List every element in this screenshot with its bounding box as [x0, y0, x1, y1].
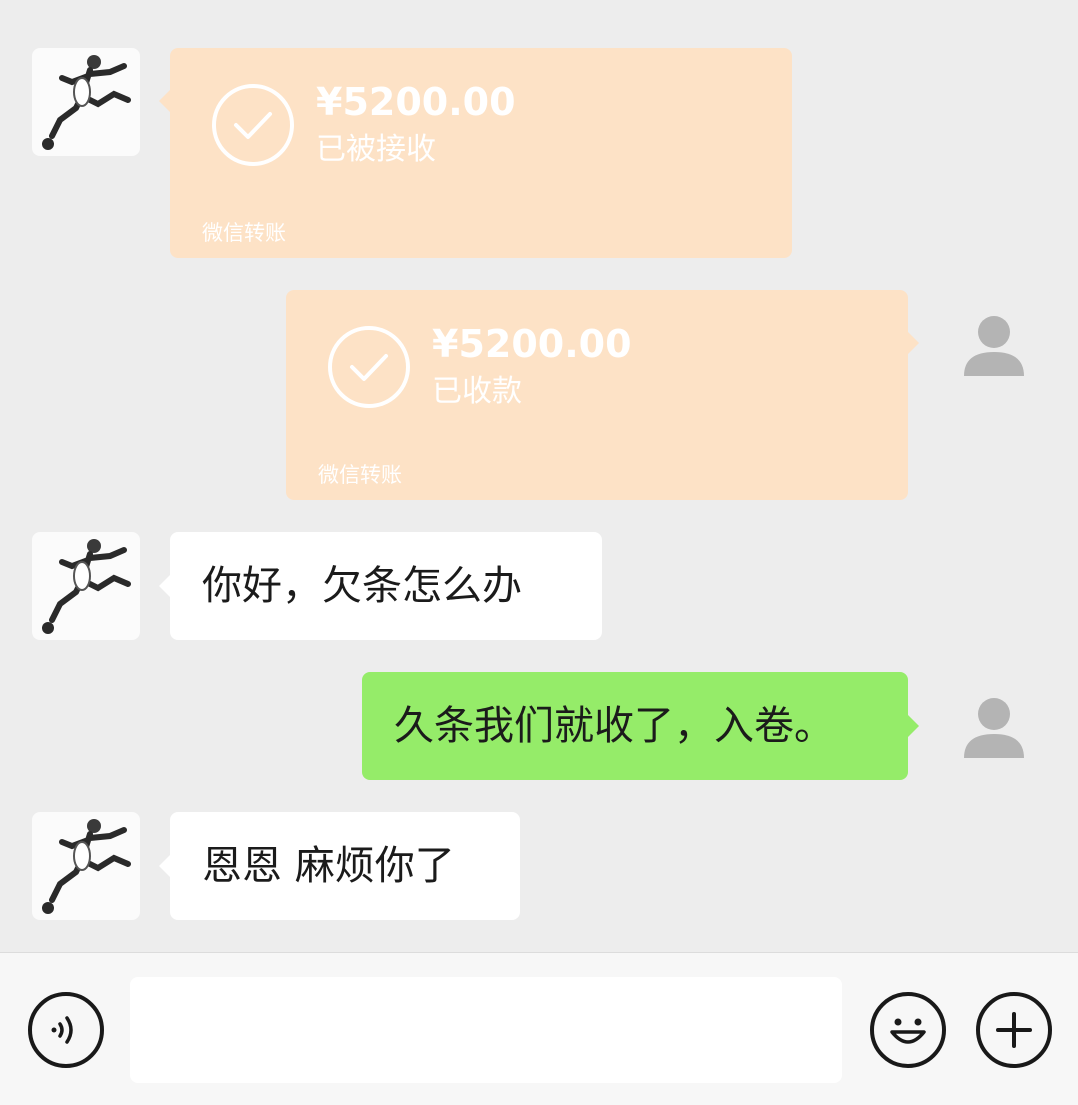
check-circle-icon — [212, 84, 294, 166]
soccer-player-icon — [42, 539, 131, 634]
emoji-icon — [890, 1018, 926, 1044]
text-bubble-received[interactable]: 恩恩 麻烦你了 — [159, 812, 520, 920]
bubble-tail — [908, 332, 919, 354]
my-avatar[interactable] — [944, 672, 1052, 780]
emoji-button[interactable] — [870, 992, 946, 1068]
bubble-tail — [159, 575, 170, 597]
bubble-tail — [159, 90, 170, 112]
check-circle-icon — [328, 326, 410, 408]
voice-button[interactable] — [28, 992, 104, 1068]
message-input[interactable] — [130, 977, 842, 1083]
contact-avatar[interactable] — [32, 532, 140, 640]
plus-button[interactable] — [976, 992, 1052, 1068]
transfer-amount: ¥5200.00 — [432, 322, 632, 366]
message-text: 久条我们就收了，入卷。 — [394, 703, 834, 749]
transfer-status: 已被接收 — [316, 132, 436, 167]
chat-area: ¥5200.00 已被接收 微信转账 ¥5200.00 已收款 微信转账 你好，… — [0, 0, 1078, 952]
contact-avatar[interactable] — [32, 812, 140, 920]
plus-icon — [996, 1012, 1032, 1048]
bubble-tail — [159, 855, 170, 877]
default-avatar-icon — [964, 698, 1024, 758]
transfer-amount: ¥5200.00 — [316, 80, 516, 124]
voice-icon — [51, 1016, 73, 1044]
transfer-label: 微信转账 — [318, 463, 402, 487]
transfer-label: 微信转账 — [202, 221, 286, 245]
soccer-player-icon — [42, 819, 131, 914]
transfer-bubble-received[interactable]: ¥5200.00 已被接收 微信转账 — [159, 48, 792, 258]
transfer-bubble-sent[interactable]: ¥5200.00 已收款 微信转账 — [286, 290, 919, 500]
contact-avatar[interactable] — [32, 48, 140, 156]
transfer-status: 已收款 — [432, 374, 522, 409]
text-bubble-sent[interactable]: 久条我们就收了，入卷。 — [362, 672, 919, 780]
input-bar — [0, 952, 1078, 1105]
message-text: 恩恩 麻烦你了 — [202, 843, 455, 889]
bubble-tail — [908, 715, 919, 737]
message-text: 你好，欠条怎么办 — [202, 563, 522, 609]
soccer-player-icon — [42, 55, 131, 150]
my-avatar[interactable] — [944, 290, 1052, 398]
default-avatar-icon — [964, 316, 1024, 376]
text-bubble-received[interactable]: 你好，欠条怎么办 — [159, 532, 602, 640]
